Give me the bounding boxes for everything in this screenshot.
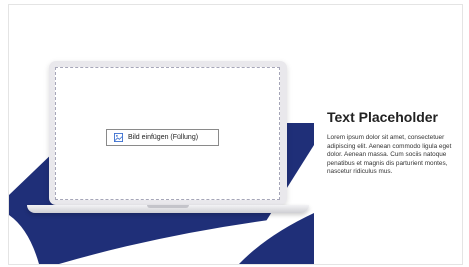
laptop-notch [147,205,189,208]
insert-picture-label: Bild einfügen (Füllung) [128,134,199,141]
slide-body-text[interactable]: Lorem ipsum dolor sit amet, consectetuer… [327,134,462,177]
slide-title[interactable]: Text Placeholder [327,109,438,125]
picture-icon [114,133,123,142]
laptop-base [27,205,309,213]
insert-picture-button[interactable]: Bild einfügen (Füllung) [106,129,219,146]
slide-canvas: Bild einfügen (Füllung) Text Placeholder… [8,4,463,265]
